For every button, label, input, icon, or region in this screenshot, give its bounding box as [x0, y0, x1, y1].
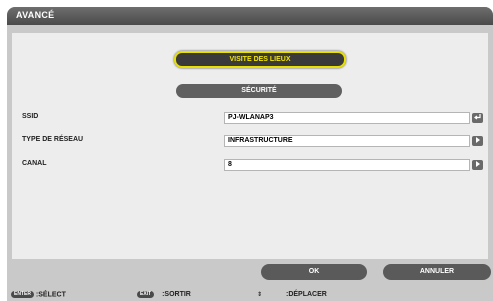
updown-arrows-icon: ⇕ [257, 292, 263, 298]
network-type-field[interactable]: INFRASTRUCTURE [224, 135, 470, 147]
move-hint: ⇕ :DÉPLACER [257, 291, 327, 298]
settings-panel: VISITE DES LIEUX SÉCURITÉ SSID PJ-WLANAP… [12, 33, 488, 259]
network-type-label: TYPE DE RÉSEAU [22, 136, 84, 143]
arrow-right-icon[interactable] [472, 136, 483, 146]
title-bar: AVANCÉ [7, 7, 493, 25]
arrow-right-icon[interactable] [472, 160, 483, 170]
triangle-right-glyph [476, 137, 480, 143]
ok-button[interactable]: OK [261, 264, 367, 280]
tab-site-survey[interactable]: VISITE DES LIEUX [174, 51, 346, 68]
exit-hint-label: :SORTIR [162, 291, 191, 299]
advanced-dialog: AVANCÉ VISITE DES LIEUX SÉCURITÉ SSID PJ… [7, 7, 493, 301]
exit-hint: EXIT :SORTIR [137, 291, 191, 298]
ssid-field[interactable]: PJ-WLANAP3 [224, 112, 470, 124]
channel-label: CANAL [22, 160, 47, 167]
exit-key-icon: EXIT [137, 291, 155, 298]
triangle-right-glyph [476, 161, 480, 167]
select-hint: ENTER :SÉLECT [11, 291, 66, 298]
cancel-button[interactable]: ANNULER [383, 264, 491, 280]
enter-icon[interactable] [472, 113, 483, 123]
move-hint-label: :DÉPLACER [285, 291, 327, 298]
hint-bar: ENTER :SÉLECT EXIT :SORTIR ⇕ :DÉPLACER [7, 289, 493, 301]
ssid-label: SSID [22, 113, 39, 120]
select-hint-label: :SÉLECT [35, 291, 66, 299]
enter-arrow-glyph [474, 114, 481, 120]
enter-key-icon: ENTER [11, 291, 34, 298]
tab-security[interactable]: SÉCURITÉ [176, 84, 342, 98]
channel-field[interactable]: 8 [224, 159, 470, 171]
dialog-title: AVANCÉ [16, 10, 55, 20]
